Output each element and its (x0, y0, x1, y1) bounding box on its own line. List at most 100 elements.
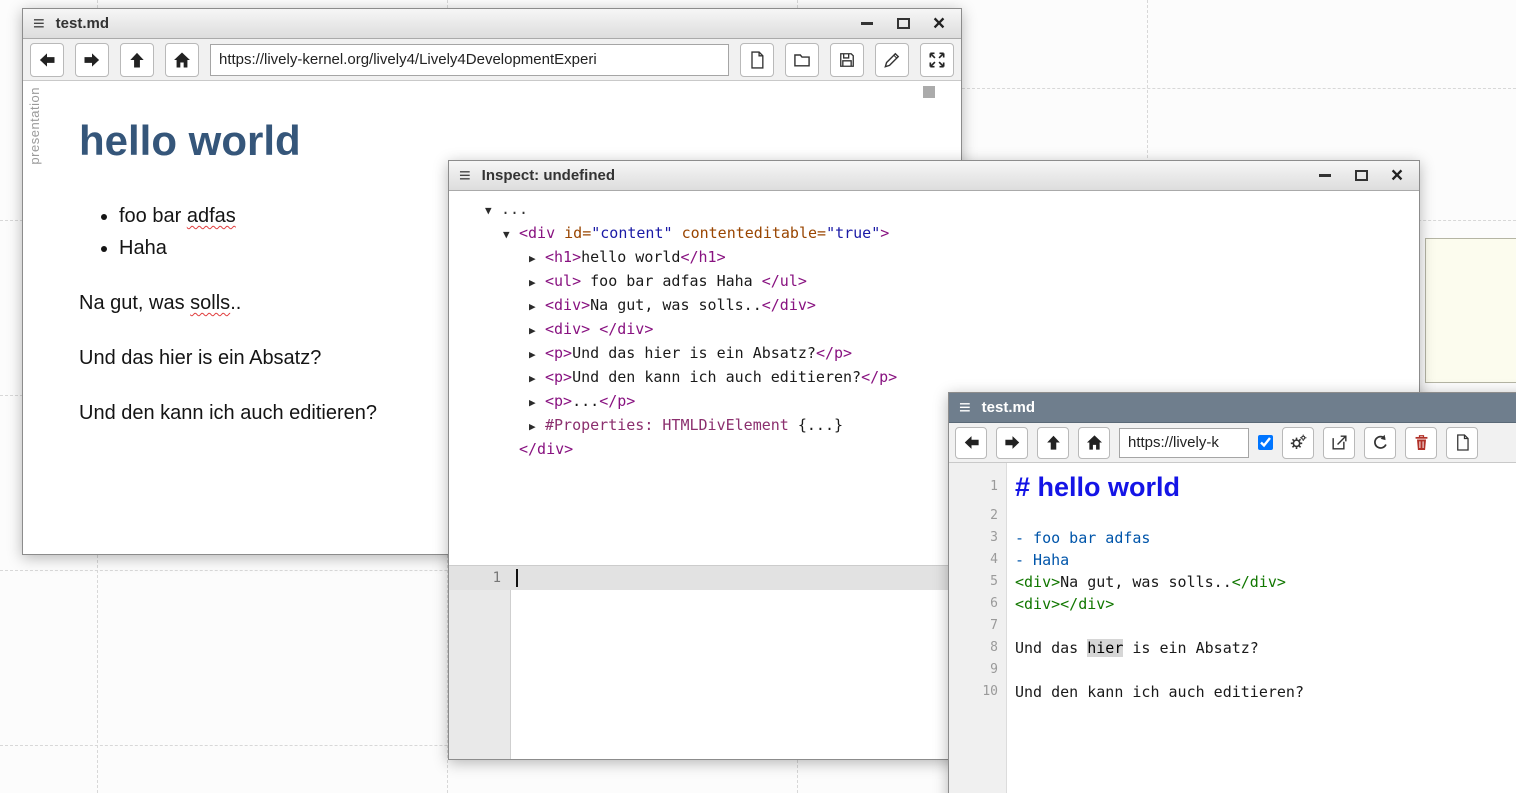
line-number: 7 (949, 615, 1007, 637)
window-menu-icon[interactable]: ≡ (33, 14, 45, 34)
window-menu-icon[interactable]: ≡ (959, 398, 971, 418)
titlebar[interactable]: ≡ test.md × (23, 9, 961, 39)
grid-line (962, 88, 1516, 89)
background-note-panel (1425, 238, 1516, 383)
up-button[interactable] (120, 43, 154, 77)
arrow-left-icon (962, 433, 981, 452)
code-line[interactable]: 5<div>Na gut, was solls..</div> (949, 571, 1516, 593)
line-number: 1 (949, 469, 1007, 505)
code-line[interactable]: ▶<h1>hello world</h1> (449, 246, 1419, 270)
code-line[interactable]: 10Und den kann ich auch editieren? (949, 681, 1516, 703)
code-line[interactable]: ▶<div> </div> (449, 318, 1419, 342)
save-button[interactable] (830, 43, 864, 77)
home-icon (1085, 433, 1104, 452)
code-line-text: ▶<h1>hello world</h1> (529, 248, 726, 266)
code-line-text: ▶<p>Und das hier is ein Absatz?</p> (529, 344, 852, 362)
code-line[interactable]: 9 (949, 659, 1516, 681)
code-line[interactable]: 8Und das hier is ein Absatz? (949, 637, 1516, 659)
code-line[interactable]: 1# hello world (949, 469, 1516, 505)
code-line[interactable]: 7 (949, 615, 1516, 637)
code-line-text (1007, 505, 1024, 527)
code-line[interactable]: 2 (949, 505, 1516, 527)
pencil-icon (882, 50, 902, 70)
auto-update-checkbox-wrap (1258, 435, 1273, 450)
code-line[interactable]: 3- foo bar adfas (949, 527, 1516, 549)
window-controls: × (1317, 168, 1409, 184)
auto-update-checkbox[interactable] (1258, 435, 1273, 450)
home-button[interactable] (1078, 427, 1110, 459)
minimize-icon (861, 22, 873, 25)
code-line-text: ▶<div> </div> (529, 320, 653, 338)
line-number: 5 (949, 571, 1007, 593)
code-line[interactable]: 6<div></div> (949, 593, 1516, 615)
maximize-button[interactable] (1353, 168, 1369, 184)
close-button[interactable]: × (931, 16, 947, 32)
code-line-text: - Haha (1007, 549, 1069, 571)
window-title: test.md (982, 399, 1516, 416)
code-line-text: </div> (519, 440, 573, 458)
code-line-text: ▶#Properties: HTMLDivElement {...} (529, 416, 843, 434)
code-line-text: ▼<div id="content" contenteditable="true… (503, 224, 889, 242)
code-line[interactable]: ▶<ul> foo bar adfas Haha </ul> (449, 270, 1419, 294)
paragraph-text: Na gut, was (79, 292, 190, 314)
maximize-icon (897, 18, 910, 29)
new-file-button[interactable] (740, 43, 774, 77)
line-number: 8 (949, 637, 1007, 659)
home-button[interactable] (165, 43, 199, 77)
up-button[interactable] (1037, 427, 1069, 459)
code-line[interactable]: ▶<p>Und das hier is ein Absatz?</p> (449, 342, 1419, 366)
code-line-text: ▶<ul> foo bar adfas Haha </ul> (529, 272, 807, 290)
refresh-button[interactable] (1364, 427, 1396, 459)
editor-toolbar (949, 423, 1516, 463)
window-title: Inspect: undefined (482, 167, 1306, 184)
forward-button[interactable] (996, 427, 1028, 459)
file-icon (1453, 433, 1472, 452)
window-menu-icon[interactable]: ≡ (459, 166, 471, 186)
minimize-button[interactable] (1317, 168, 1333, 184)
markdown-source-editor[interactable]: 1# hello world2 3- foo bar adfas4- Haha5… (949, 463, 1516, 793)
code-line-text: <div></div> (1007, 593, 1114, 615)
code-line[interactable]: ▶<div>Na gut, was solls..</div> (449, 294, 1419, 318)
file-icon (747, 50, 767, 70)
code-line[interactable]: 4- Haha (949, 549, 1516, 571)
url-input[interactable] (210, 44, 729, 76)
back-button[interactable] (30, 43, 64, 77)
arrow-left-icon (37, 50, 57, 70)
titlebar[interactable]: ≡ Inspect: undefined × (449, 161, 1419, 191)
code-line[interactable]: ▼<div id="content" contenteditable="true… (449, 222, 1419, 246)
maximize-button[interactable] (895, 16, 911, 32)
url-input[interactable] (1119, 428, 1249, 458)
forward-button[interactable] (75, 43, 109, 77)
scrollbar-thumb[interactable] (923, 86, 935, 98)
arrow-right-icon (1003, 433, 1022, 452)
open-external-button[interactable] (1323, 427, 1355, 459)
minimize-button[interactable] (859, 16, 875, 32)
line-number: 3 (949, 527, 1007, 549)
back-button[interactable] (955, 427, 987, 459)
titlebar[interactable]: ≡ test.md (949, 393, 1516, 423)
list-item-text: Haha (119, 237, 167, 259)
expand-icon (927, 50, 947, 70)
window-controls: × (859, 16, 951, 32)
line-number: 4 (949, 549, 1007, 571)
home-icon (172, 50, 192, 70)
new-file-button[interactable] (1446, 427, 1478, 459)
code-line[interactable]: ▼... (449, 198, 1419, 222)
delete-button[interactable] (1405, 427, 1437, 459)
misspelled-word: solls (190, 292, 230, 314)
settings-button[interactable] (1282, 427, 1314, 459)
line-number: 10 (949, 681, 1007, 703)
trash-icon (1412, 433, 1431, 452)
refresh-icon (1371, 433, 1390, 452)
paragraph-text: .. (230, 292, 241, 314)
code-line[interactable]: ▶<p>Und den kann ich auch editieren?</p> (449, 366, 1419, 390)
close-button[interactable]: × (1389, 168, 1405, 184)
line-number: 1 (449, 570, 511, 586)
fullscreen-button[interactable] (920, 43, 954, 77)
edit-button[interactable] (875, 43, 909, 77)
external-link-icon (1330, 433, 1349, 452)
arrow-up-icon (127, 50, 147, 70)
minimize-icon (1319, 174, 1331, 177)
arrow-up-icon (1044, 433, 1063, 452)
browse-folder-button[interactable] (785, 43, 819, 77)
